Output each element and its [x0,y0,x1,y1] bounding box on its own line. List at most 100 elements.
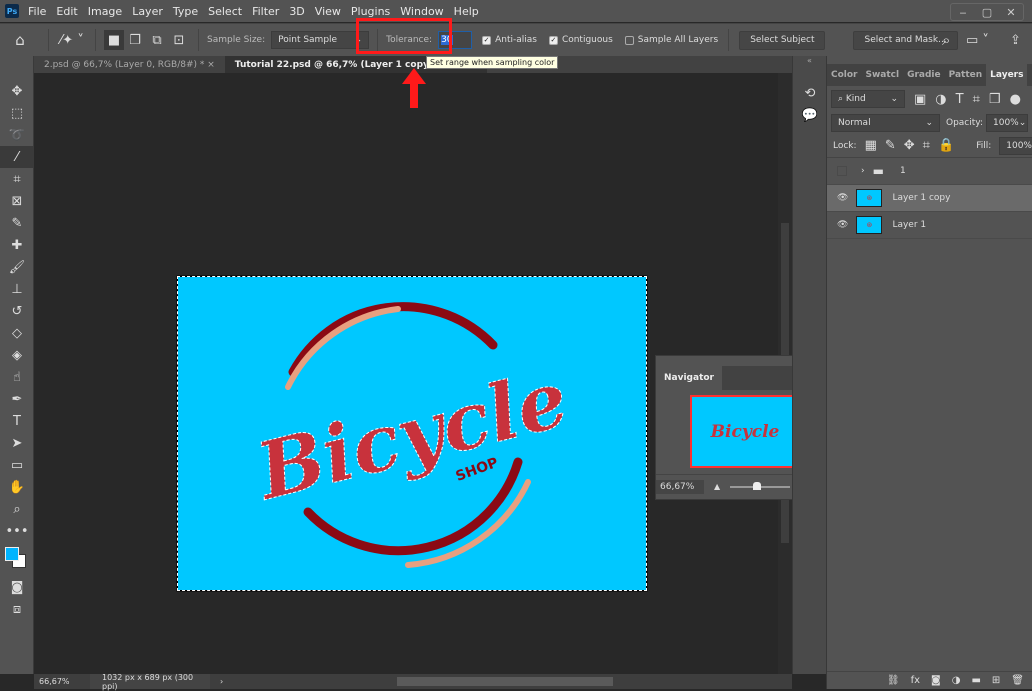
minimize-button[interactable]: ‒ [951,4,975,20]
filter-pixel-icon[interactable]: ▣ [914,92,926,107]
close-tab-icon[interactable]: × [207,60,215,70]
clone-stamp-icon[interactable]: ⊥ [0,278,34,300]
sample-size-dropdown[interactable]: Point Sample ⌄ [271,31,370,49]
new-group-icon[interactable]: ▬ [971,675,980,686]
sample-all-layers-checkbox[interactable]: Sample All Layers [624,35,718,45]
share-icon[interactable]: ⇪ [1010,33,1021,48]
filter-toggle-icon[interactable]: ● [1010,92,1021,107]
foreground-color-swatch[interactable] [5,547,19,561]
eyedropper-tool-icon[interactable]: ✎ [0,212,34,234]
add-selection-icon[interactable]: ❐ [124,33,146,48]
lasso-tool-icon[interactable]: ➰ [0,124,34,146]
pen-tool-icon[interactable]: ✒ [0,388,34,410]
crop-tool-icon[interactable]: ⌗ [0,168,34,190]
menu-help[interactable]: Help [454,5,479,18]
visibility-off-icon[interactable] [837,166,847,176]
tab-gradients[interactable]: Gradie [903,64,945,86]
layer-row-group[interactable]: › ▬ 1 [827,158,1032,185]
anti-alias-checkbox[interactable]: ✓ Anti-alias [482,35,537,45]
comments-panel-icon[interactable]: 💬 [793,104,827,126]
search-icon[interactable]: ⌕ [942,31,950,49]
close-button[interactable]: ✕ [999,4,1023,20]
tab-swatches[interactable]: Swatcl [862,64,904,86]
menu-plugins[interactable]: Plugins [351,5,390,18]
select-subject-button[interactable]: Select Subject [739,30,826,50]
lock-all-icon[interactable]: 🔒 [938,138,954,153]
link-layers-icon[interactable]: ⛓ [887,675,900,686]
menu-view[interactable]: View [315,5,341,18]
canvas-image[interactable]: Bicycle SHOP [177,276,647,591]
subtract-selection-icon[interactable]: ⧉ [146,33,168,48]
workspace-icon[interactable]: ▭ ˅ [966,33,989,48]
status-zoom[interactable]: 66,67% [34,677,90,686]
new-layer-icon[interactable]: ⊞ [992,675,1000,686]
marquee-tool-icon[interactable]: ⬚ [0,102,34,124]
screen-mode-icon[interactable]: ⧈ [0,598,34,620]
zoom-tool-icon[interactable]: ⌕ [0,498,34,520]
tab-layers[interactable]: Layers [986,64,1028,86]
status-expand-icon[interactable]: › [220,677,223,686]
quick-mask-icon[interactable]: ◙ [0,576,34,598]
intersect-selection-icon[interactable]: ⊡ [168,33,190,48]
menu-window[interactable]: Window [400,5,443,18]
eye-icon[interactable]: 👁 [837,193,848,203]
maximize-button[interactable]: ▢ [975,4,999,20]
smudge-tool-icon[interactable]: ☝ [0,366,34,388]
filter-adjustment-icon[interactable]: ◑ [935,92,946,107]
filter-smart-icon[interactable]: ❒ [989,92,1001,107]
color-swatches[interactable] [0,542,33,576]
type-tool-icon[interactable]: T [0,410,34,432]
healing-brush-icon[interactable]: ✚ [0,234,34,256]
more-tools-icon[interactable]: ••• [0,520,34,542]
delete-layer-icon[interactable]: 🗑 [1011,675,1024,686]
chevron-right-icon[interactable]: › [861,166,865,176]
menu-file[interactable]: File [28,5,46,18]
tab-patterns[interactable]: Patten [945,64,987,86]
history-brush-icon[interactable]: ↺ [0,300,34,322]
history-panel-icon[interactable]: ⟲ [793,82,827,104]
eye-icon[interactable]: 👁 [837,220,848,230]
menu-layer[interactable]: Layer [132,5,163,18]
new-selection-icon[interactable]: ■ [104,30,124,50]
panel-menu-icon[interactable]: ≡ [1027,64,1032,86]
menu-3d[interactable]: 3D [289,5,304,18]
magic-wand-icon[interactable]: ⁄✦ ˅ [57,33,87,48]
lock-image-icon[interactable]: ✎ [885,138,896,153]
adjustment-layer-icon[interactable]: ◑ [952,675,961,686]
contiguous-checkbox[interactable]: ✓ Contiguous [548,35,613,45]
navigator-preview[interactable]: Bicycle [690,395,800,468]
tab-color[interactable]: Color [827,64,862,86]
filter-shape-icon[interactable]: ⌗ [973,92,980,107]
filter-type-icon[interactable]: T [956,92,964,107]
menu-filter[interactable]: Filter [252,5,279,18]
menu-select[interactable]: Select [208,5,242,18]
layer-row-selected[interactable]: 👁 ⊛ Layer 1 copy [827,185,1032,212]
fx-icon[interactable]: fx [911,675,920,686]
navigator-zoom-slider[interactable] [730,481,791,490]
lock-transparent-icon[interactable]: ▦ [865,138,877,153]
move-tool-icon[interactable]: ✥ [0,80,34,102]
menu-edit[interactable]: Edit [56,5,77,18]
paint-bucket-icon[interactable]: ◈ [0,344,34,366]
path-selection-icon[interactable]: ➤ [0,432,34,454]
blend-mode-dropdown[interactable]: Normal ⌄ [831,114,940,132]
navigator-zoom-value[interactable]: 66,67% [656,479,704,494]
hand-tool-icon[interactable]: ✋ [0,476,34,498]
tab-2-psd[interactable]: 2.psd @ 66,7% (Layer 0, RGB/8#) * × [34,56,225,73]
brush-tool-icon[interactable]: 🖌 [0,256,34,278]
lock-artboard-icon[interactable]: ⌗ [923,138,930,153]
home-icon[interactable]: ⌂ [0,31,40,49]
layer-row[interactable]: 👁 ⊛ Layer 1 [827,212,1032,239]
magic-wand-tool-icon[interactable]: ⁄ [0,146,34,168]
zoom-out-icon[interactable]: ▲ [714,482,720,491]
eraser-tool-icon[interactable]: ◇ [0,322,34,344]
fill-input[interactable]: 100%⌄ [999,136,1032,155]
layer-filter-dropdown[interactable]: ⌕ Kind ⌄ [831,90,905,108]
opacity-input[interactable]: 100% ⌄ [986,114,1028,132]
menu-image[interactable]: Image [88,5,122,18]
rectangle-tool-icon[interactable]: ▭ [0,454,34,476]
horizontal-scrollbar[interactable] [231,674,792,689]
add-mask-icon[interactable]: ◙ [931,675,941,686]
menu-type[interactable]: Type [173,5,198,18]
lock-position-icon[interactable]: ✥ [904,138,915,153]
